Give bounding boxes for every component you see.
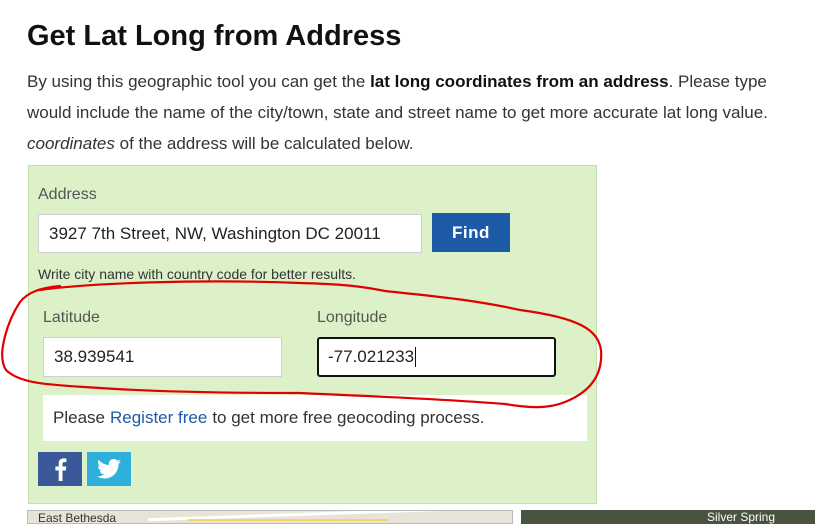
twitter-icon [97,459,121,479]
map-place-label: Silver Spring [707,510,776,524]
text-cursor [415,347,417,367]
map-place-label: East Bethesda [38,511,117,524]
longitude-label: Longitude [317,309,388,326]
register-link[interactable]: Register free [110,408,207,428]
address-input[interactable]: 3927 7th Street, NW, Washington DC 20011 [38,214,422,253]
longitude-field[interactable]: -77.021233 [317,337,556,377]
twitter-share-button[interactable] [87,452,131,486]
map-road [188,519,388,521]
intro-text: By using this geographic tool you can ge… [27,66,815,159]
page-title: Get Lat Long from Address [27,20,402,52]
facebook-share-button[interactable] [38,452,82,486]
map-left[interactable]: East Bethesda [27,510,513,524]
register-notice: Please Register free to get more free ge… [43,395,587,441]
hint-text: Write city name with country code for be… [38,266,356,282]
facebook-icon [55,458,67,481]
intro-line-1: By using this geographic tool you can ge… [27,72,767,91]
intro-line-2: would include the name of the city/town,… [27,103,768,122]
address-label: Address [38,186,97,203]
geocode-panel: Address 3927 7th Street, NW, Washington … [28,165,597,504]
map-right[interactable]: Silver Spring [521,510,815,524]
latitude-label: Latitude [43,309,100,326]
latitude-field[interactable]: 38.939541 [43,337,282,377]
intro-bold-text: lat long coordinates from an address [370,72,669,91]
find-button[interactable]: Find [432,213,510,252]
intro-line-3: coordinates of the address will be calcu… [27,134,414,153]
